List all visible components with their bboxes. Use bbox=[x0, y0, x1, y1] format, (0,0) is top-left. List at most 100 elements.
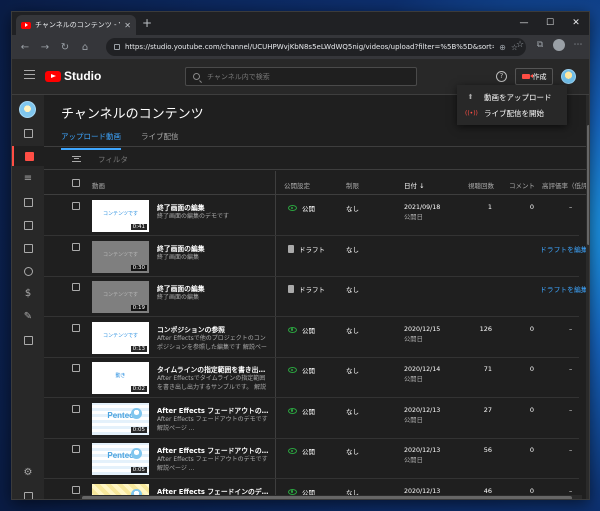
row-checkbox[interactable] bbox=[72, 364, 80, 372]
visibility-cell[interactable]: ドラフト bbox=[288, 284, 325, 294]
column-likes[interactable]: 高評価率（低評... bbox=[542, 180, 589, 190]
video-thumbnail[interactable]: Pentec 0:05 bbox=[92, 443, 149, 475]
sidebar-item-playlists[interactable]: ≡ bbox=[12, 169, 44, 189]
video-duration: 0:41 bbox=[130, 224, 147, 230]
row-checkbox[interactable] bbox=[72, 283, 80, 291]
eye-icon bbox=[288, 448, 297, 454]
column-visibility[interactable]: 公開設定 bbox=[284, 180, 310, 190]
video-thumbnail[interactable]: コンテンツです 0:30 bbox=[92, 240, 149, 273]
video-title[interactable]: タイムラインの指定範囲を書き出し出... bbox=[157, 364, 269, 374]
date-cell: 2021/09/18 公開日 bbox=[404, 203, 440, 223]
sidebar-item-settings[interactable]: ⚙ bbox=[12, 463, 44, 483]
row-checkbox[interactable] bbox=[72, 202, 80, 210]
column-restrictions[interactable]: 制限 bbox=[346, 180, 359, 190]
restriction-value: なし bbox=[346, 448, 359, 456]
close-window-button[interactable]: ✕ bbox=[563, 12, 589, 34]
help-icon[interactable]: ? bbox=[496, 71, 507, 82]
home-icon[interactable]: ⌂ bbox=[75, 42, 95, 53]
video-thumbnail[interactable]: Pentec 0:05 bbox=[92, 402, 149, 435]
address-bar[interactable]: https://studio.youtube.com/channel/UCUHP… bbox=[106, 38, 526, 56]
sidebar-item-subtitles[interactable] bbox=[12, 238, 44, 258]
create-dropdown-menu: ⬆ 動画をアップロード ((•)) ライブ配信を開始 bbox=[457, 85, 567, 125]
browser-tab[interactable]: チャンネルのコンテンツ - YouTube St ✕ bbox=[16, 15, 136, 35]
sidebar-item-analytics[interactable] bbox=[12, 192, 44, 212]
sidebar-item-content[interactable] bbox=[12, 146, 44, 166]
hamburger-menu-icon[interactable] bbox=[24, 70, 35, 79]
visibility-label: ドラフト bbox=[299, 286, 325, 294]
column-views[interactable]: 視聴回数 bbox=[468, 180, 494, 190]
row-checkbox[interactable] bbox=[72, 242, 80, 251]
sidebar-item-dashboard[interactable] bbox=[12, 123, 44, 143]
sidebar-item-audio-library[interactable] bbox=[12, 330, 44, 350]
account-avatar[interactable] bbox=[561, 69, 576, 84]
new-tab-button[interactable]: + bbox=[142, 16, 152, 30]
video-title[interactable]: 終了画面の編集 bbox=[157, 243, 269, 253]
back-arrow-icon[interactable]: ← bbox=[15, 42, 35, 53]
video-title[interactable]: 終了画面の編集 bbox=[157, 283, 269, 293]
column-date[interactable]: 日付 ↓ bbox=[404, 180, 425, 190]
filter-bar[interactable]: フィルタ bbox=[44, 147, 589, 170]
minimize-button[interactable]: — bbox=[511, 12, 537, 34]
filter-icon[interactable] bbox=[72, 156, 81, 162]
video-title[interactable]: コンポジションの参照 bbox=[157, 324, 269, 334]
video-title[interactable]: After Effects フェードインのデモ (複... bbox=[157, 486, 269, 496]
logo-text: Studio bbox=[64, 69, 102, 83]
visibility-cell[interactable]: 公開 bbox=[288, 446, 315, 456]
tab-close-icon[interactable]: ✕ bbox=[124, 21, 131, 30]
table-row[interactable]: コンテンツです 0:41 終了画面の編集 終了画面の編集のデモです 公開 なし 2021/0… bbox=[44, 196, 579, 236]
edit-draft-link[interactable]: ドラフトを編集 bbox=[540, 284, 588, 294]
video-thumbnail[interactable]: コンテンツです 0:13 bbox=[92, 321, 149, 354]
reload-icon[interactable]: ↻ bbox=[55, 42, 75, 53]
browser-profile-icon[interactable] bbox=[553, 39, 565, 51]
visibility-cell[interactable]: 公開 bbox=[288, 406, 315, 416]
extension-icon[interactable]: ⊕ bbox=[499, 43, 506, 52]
visibility-cell[interactable]: 公開 bbox=[288, 203, 315, 213]
vertical-scrollbar[interactable] bbox=[586, 95, 589, 499]
studio-logo[interactable]: Studio bbox=[45, 69, 101, 83]
browser-menu-icon[interactable]: ⋯ bbox=[571, 40, 585, 50]
edit-draft-link[interactable]: ドラフトを編集 bbox=[540, 244, 588, 254]
sidebar-item-copyright[interactable] bbox=[12, 261, 44, 281]
row-checkbox[interactable] bbox=[72, 404, 80, 413]
channel-search-input[interactable]: チャンネル内で検索 bbox=[185, 67, 417, 86]
row-checkbox[interactable] bbox=[72, 323, 80, 332]
video-thumbnail[interactable]: コンテンツです 0:19 bbox=[92, 281, 149, 313]
sidebar-item-earn[interactable]: $ bbox=[12, 284, 44, 304]
table-row[interactable]: コンテンツです 0:30 終了画面の編集 終了画面の編集 ドラフト なし ドラフトを編集 bbox=[44, 237, 588, 277]
sidebar-item-comments[interactable] bbox=[12, 215, 44, 235]
scrollbar-thumb[interactable] bbox=[587, 125, 589, 245]
video-title[interactable]: After Effects フェードアウトのデモ (... bbox=[157, 405, 269, 415]
video-title[interactable]: After Effects フェードアウトのデモ bbox=[157, 445, 269, 455]
sidebar-item-customization[interactable]: ✎ bbox=[12, 307, 44, 327]
video-thumbnail[interactable]: コンテンツです 0:41 bbox=[92, 200, 149, 232]
table-row[interactable]: Pentec 0:05 After Effects フェードアウトのデモ After … bbox=[44, 439, 579, 479]
create-button[interactable]: 作成 bbox=[515, 68, 553, 85]
favorites-icon[interactable]: ☆ bbox=[513, 40, 527, 50]
select-all-checkbox[interactable] bbox=[72, 179, 80, 187]
table-row[interactable]: 動き 0:02 タイムラインの指定範囲を書き出し出... After Effectsで… bbox=[44, 358, 579, 398]
table-row[interactable]: コンテンツです 0:19 終了画面の編集 終了画面の編集 ドラフト なし ドラフトを編集 bbox=[44, 277, 588, 317]
horizontal-scrollbar[interactable] bbox=[80, 495, 582, 499]
table-row[interactable]: コンテンツです 0:13 コンポジションの参照 After Effectsで他のプロジ… bbox=[44, 318, 579, 358]
visibility-cell[interactable]: 公開 bbox=[288, 325, 315, 335]
likes-value: – bbox=[569, 486, 573, 495]
visibility-cell[interactable]: 公開 bbox=[288, 365, 315, 375]
eye-icon bbox=[288, 367, 297, 373]
collections-icon[interactable]: ⧉ bbox=[533, 40, 547, 50]
table-row[interactable]: Pentec0:05 After Effects フェードアウトのデモ (...A… bbox=[44, 399, 579, 439]
maximize-button[interactable]: ☐ bbox=[537, 12, 563, 34]
column-comments[interactable]: コメント bbox=[509, 180, 535, 190]
menu-item-go-live[interactable]: ((•)) ライブ配信を開始 bbox=[457, 105, 567, 121]
video-thumbnail[interactable]: 動き 0:02 bbox=[92, 362, 149, 394]
row-checkbox[interactable] bbox=[72, 485, 80, 494]
channel-avatar[interactable] bbox=[19, 101, 36, 118]
visibility-cell[interactable]: ドラフト bbox=[288, 244, 325, 254]
menu-item-upload-video[interactable]: ⬆ 動画をアップロード bbox=[457, 89, 567, 105]
restriction-value: なし bbox=[346, 205, 359, 213]
sidebar-item-feedback[interactable] bbox=[12, 486, 44, 499]
row-checkbox[interactable] bbox=[72, 445, 80, 453]
video-title[interactable]: 終了画面の編集 bbox=[157, 202, 269, 212]
horizontal-scrollbar-thumb[interactable] bbox=[82, 496, 572, 499]
forward-arrow-icon[interactable]: → bbox=[35, 42, 55, 53]
date-cell: 2020/12/13 公開日 bbox=[404, 406, 440, 426]
